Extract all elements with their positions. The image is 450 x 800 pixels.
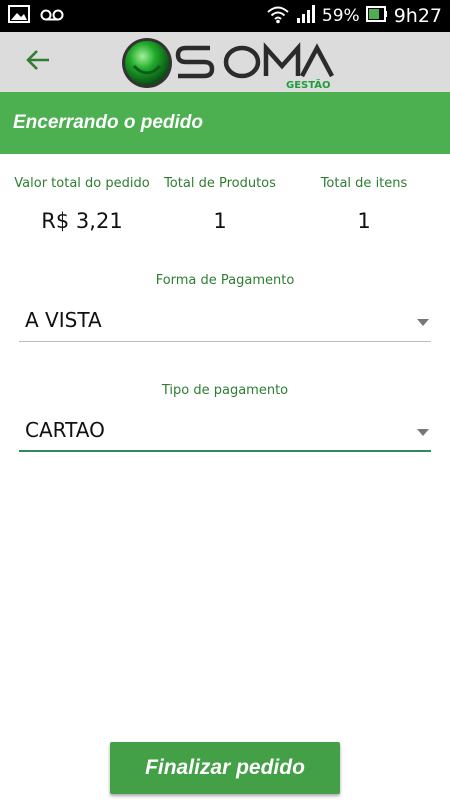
status-bar-right: 59% 9h27 [266, 4, 442, 28]
finish-order-button[interactable]: Finalizar pedido [110, 742, 340, 794]
payment-form-select[interactable]: A VISTA [19, 302, 431, 342]
page-title: Encerrando o pedido [13, 112, 204, 133]
back-button[interactable] [20, 46, 56, 78]
battery-percent: 59% [321, 6, 360, 26]
select-underline [19, 450, 431, 452]
payment-type-select[interactable]: CARTAO [19, 412, 431, 452]
app-bar: GESTÃO [0, 32, 450, 92]
voicemail-icon [40, 7, 64, 26]
arrow-left-icon [25, 49, 51, 75]
order-summary: Valor total do pedido R$ 3,21 Total de P… [0, 176, 450, 246]
status-bar-left [8, 5, 64, 27]
total-items: 1 [357, 209, 371, 233]
title-bar: Encerrando o pedido [0, 92, 450, 154]
payment-type-value: CARTAO [25, 418, 105, 442]
logo-subtext: GESTÃO [286, 78, 331, 90]
status-bar: 59% 9h27 [0, 0, 450, 32]
total-items-label: Total de itens [320, 176, 408, 191]
total-products: 1 [213, 209, 227, 233]
battery-icon [365, 6, 388, 26]
wifi-icon [266, 4, 290, 28]
total-products-label: Total de Produtos [164, 176, 276, 191]
clock: 9h27 [393, 5, 442, 27]
select-underline [19, 341, 431, 342]
total-value-label: Valor total do pedido [14, 176, 150, 191]
payment-form-value: A VISTA [25, 308, 102, 332]
total-value: R$ 3,21 [41, 209, 123, 233]
payment-type-label: Tipo de pagamento [161, 383, 289, 398]
finish-order-label: Finalizar pedido [145, 756, 305, 779]
soma-logo: GESTÃO [120, 36, 335, 91]
signal-icon [296, 4, 316, 28]
dropdown-arrow-icon [417, 319, 429, 326]
dropdown-arrow-icon [417, 429, 429, 436]
total-items-block: Total de itens 1 [300, 176, 428, 233]
payment-form-label: Forma de Pagamento [155, 273, 295, 288]
total-products-block: Total de Produtos 1 [155, 176, 285, 233]
total-value-block: Valor total do pedido R$ 3,21 [12, 176, 152, 233]
image-icon [8, 5, 30, 27]
